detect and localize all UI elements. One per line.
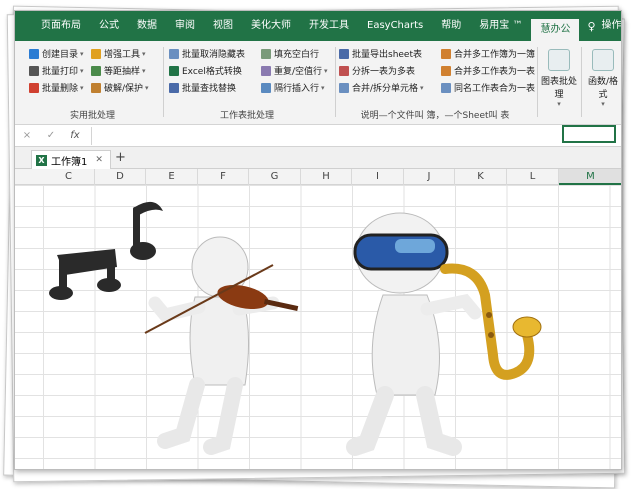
group-practical-batch: 创建目录 ▾ 批量打印 ▾ 批量删除 ▾ 增强工具 ▾ 等距抽样 ▾ 破解/保护 ▾ 实用批… (25, 45, 160, 123)
add-workbook-button[interactable]: + (115, 150, 126, 165)
formula-input[interactable] (91, 126, 621, 145)
confirm-icon[interactable]: ✓ (39, 130, 63, 141)
batch-delete-button[interactable]: 批量删除 ▾ (29, 81, 84, 94)
column-header[interactable]: C (43, 169, 95, 185)
split-icon (339, 65, 349, 76)
fill-icon (261, 48, 271, 59)
create-index-button[interactable]: 创建目录 ▾ (29, 47, 84, 60)
group-divider (581, 47, 582, 117)
merge-sheets-icon (441, 65, 451, 76)
column-header[interactable]: I (352, 169, 404, 185)
saxophone-icon (440, 263, 542, 380)
eighth-note-icon (130, 201, 163, 260)
excel-icon: X (36, 154, 47, 166)
duplicate-empty-rows-button[interactable]: 重复/空值行 ▾ (261, 64, 328, 77)
tools-icon (91, 48, 101, 59)
column-header[interactable]: H (301, 169, 352, 185)
tab-huibangong[interactable]: 慧办公 (531, 19, 580, 41)
column-headers: C D E F G H I J K L M (15, 169, 621, 185)
group-label: 实用批处理 (69, 111, 115, 121)
excel-window: 页面布局 公式 数据 审阅 视图 美化大师 开发工具 EasyCharts 帮助… (14, 10, 622, 470)
formula-bar: × ✓ fx (15, 125, 621, 147)
tab-yiyongbao[interactable]: 易用宝 ™ (470, 11, 531, 41)
tab-data[interactable]: 数据 (128, 11, 166, 41)
group-divider (335, 47, 336, 117)
export-icon (339, 48, 349, 59)
music-note-icon (49, 249, 121, 300)
index-icon (29, 48, 39, 59)
insert-rows-icon (261, 82, 271, 93)
batch-find-replace-button[interactable]: 批量查找替换 (169, 81, 236, 94)
saxophonist-figure (346, 212, 542, 456)
cancel-icon[interactable]: × (15, 130, 39, 141)
chart-batch-button[interactable]: 图表批处理 ▾ (541, 49, 577, 108)
lightbulb-icon[interactable]: ♀ (579, 20, 599, 33)
tab-beautify-master[interactable]: 美化大师 (242, 11, 300, 41)
excel-format-convert-button[interactable]: Excel格式转换 (169, 64, 242, 77)
fill-blank-rows-button[interactable]: 填充空白行 (261, 47, 319, 60)
close-icon[interactable]: ✕ (95, 155, 103, 165)
merge-workbooks-icon (441, 48, 451, 59)
workbook-tab[interactable]: X 工作簿1 ✕ (31, 150, 111, 169)
find-replace-icon (169, 82, 179, 93)
tab-formulas[interactable]: 公式 (90, 11, 128, 41)
sampling-icon (91, 65, 101, 76)
violinist-figure (144, 236, 299, 455)
decorative-artwork (49, 201, 542, 456)
column-header[interactable]: G (249, 169, 301, 185)
chart-batch-icon (548, 49, 570, 71)
same-name-icon (441, 82, 451, 93)
equal-sampling-button[interactable]: 等距抽样 ▾ (91, 64, 146, 77)
protect-icon (91, 82, 101, 93)
group-divider (537, 47, 538, 117)
printer-icon (29, 65, 39, 76)
group-divider (163, 47, 164, 117)
convert-icon (169, 65, 179, 76)
function-format-icon (592, 49, 614, 71)
column-header[interactable]: J (404, 169, 455, 185)
merge-cells-icon (339, 82, 349, 93)
merge-split-cells-button[interactable]: 合并/拆分单元格 ▾ (339, 81, 424, 94)
merge-workbooks-button[interactable]: 合并多工作簿为一簿 (441, 47, 535, 60)
tab-view[interactable]: 视图 (204, 11, 242, 41)
split-sheet-button[interactable]: 分拆一表为多表 (339, 64, 415, 77)
crack-protect-button[interactable]: 破解/保护 ▾ (91, 81, 149, 94)
tab-easycharts[interactable]: EasyCharts (358, 11, 432, 41)
group-label: 说明—个文件叫 簿，—个Sheet叫 表 (360, 111, 510, 121)
column-header-selected[interactable]: M (559, 169, 621, 185)
batch-print-button[interactable]: 批量打印 ▾ (29, 64, 84, 77)
column-header[interactable]: D (95, 169, 146, 185)
delete-icon (29, 82, 39, 93)
function-format-button[interactable]: 函数/格式 ▾ (585, 49, 621, 108)
tab-review[interactable]: 审阅 (166, 11, 204, 41)
enhance-tools-button[interactable]: 增强工具 ▾ (91, 47, 146, 60)
group-sheet-batch: 批量取消隐藏表 Excel格式转换 批量查找替换 填充空白行 重复/空值行 ▾ 隔… (167, 45, 328, 123)
column-header[interactable]: K (455, 169, 507, 185)
batch-unhide-sheets-button[interactable]: 批量取消隐藏表 (169, 47, 245, 60)
workbook-tab-bar: X 工作簿1 ✕ + (15, 147, 621, 169)
merge-sheets-button[interactable]: 合并多工作表为一表 (441, 64, 535, 77)
insert-alternate-rows-button[interactable]: 隔行插入行 ▾ (261, 81, 325, 94)
selected-cell[interactable] (562, 125, 616, 143)
column-header[interactable]: F (198, 169, 249, 185)
group-merge-split: 批量导出sheet表 分拆一表为多表 合并/拆分单元格 ▾ 合并多工作簿为一簿 合… (337, 45, 535, 123)
tab-page-layout[interactable]: 页面布局 (15, 11, 90, 41)
tab-tell-me[interactable]: 操作说明 (600, 11, 621, 41)
sheet-icon (169, 48, 179, 59)
tab-developer[interactable]: 开发工具 (300, 11, 358, 41)
group-label: 工作表批处理 (219, 111, 274, 121)
insert-function-icon[interactable]: fx (63, 130, 87, 141)
batch-export-sheets-button[interactable]: 批量导出sheet表 (339, 47, 422, 60)
duplicate-icon (261, 65, 271, 76)
ribbon-tab-bar: 页面布局 公式 数据 审阅 视图 美化大师 开发工具 EasyCharts 帮助… (15, 11, 621, 41)
tab-help[interactable]: 帮助 (432, 11, 470, 41)
column-header[interactable]: E (146, 169, 198, 185)
merge-same-name-sheets-button[interactable]: 同名工作表合为一表 (441, 81, 535, 94)
column-header[interactable]: L (507, 169, 559, 185)
ribbon: 创建目录 ▾ 批量打印 ▾ 批量删除 ▾ 增强工具 ▾ 等距抽样 ▾ 破解/保护 ▾ 实用批… (15, 41, 621, 125)
